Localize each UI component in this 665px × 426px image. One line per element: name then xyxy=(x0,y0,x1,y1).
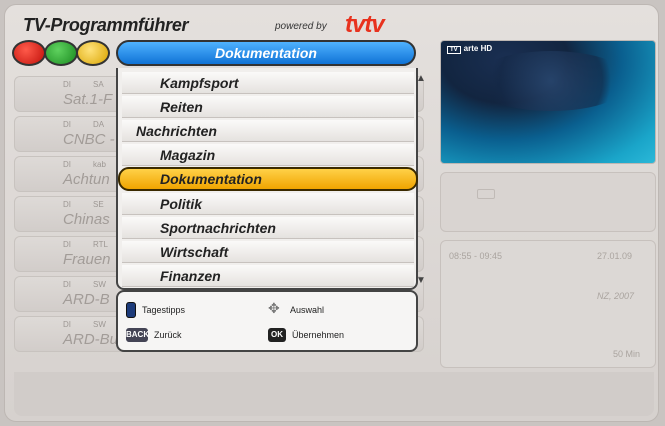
row-day: DI xyxy=(63,280,71,289)
row-channel: RTL xyxy=(93,240,108,249)
powered-by-text: powered by xyxy=(275,21,327,32)
category-item-nachrichten[interactable]: Nachrichten xyxy=(122,120,414,142)
row-title: Frauen xyxy=(63,251,111,268)
category-item-sportnachrichten[interactable]: Sportnachrichten xyxy=(122,217,414,239)
row-day: DI xyxy=(63,240,71,249)
category-item-kampfsport[interactable]: Kampfsport xyxy=(122,72,414,94)
row-day: DI xyxy=(63,200,71,209)
info-country-year: NZ, 2007 xyxy=(597,291,635,301)
preview-image xyxy=(471,51,631,111)
category-dropdown: Kampfsport Reiten Nachrichten Magazin Do… xyxy=(116,68,418,290)
row-channel: SE xyxy=(93,200,104,209)
category-item-magazin[interactable]: Magazin xyxy=(122,144,414,166)
row-title: CNBC - xyxy=(63,131,115,148)
tv-badge: TV xyxy=(447,46,461,54)
category-item-politik[interactable]: Politik xyxy=(122,193,414,215)
info-date: 27.01.09 xyxy=(597,251,633,261)
row-channel: kab xyxy=(93,160,106,169)
category-item-wirtschaft[interactable]: Wirtschaft xyxy=(122,241,414,263)
green-button[interactable] xyxy=(44,40,78,66)
bottom-bar xyxy=(14,372,654,416)
zurueck-label: Zurück xyxy=(154,330,182,340)
row-title: Achtun xyxy=(63,171,110,188)
tagestipps-label: Tagestipps xyxy=(142,305,186,315)
tvtv-logo: tvtv xyxy=(345,11,385,38)
row-title: ARD-B xyxy=(63,291,110,308)
calendar-cell xyxy=(477,189,495,199)
row-channel: SW xyxy=(93,280,106,289)
row-title: Sat.1-F xyxy=(63,91,113,108)
row-day: DI xyxy=(63,320,71,329)
program-info-panel: 08:55 - 09:45 27.01.09 NZ, 2007 50 Min xyxy=(440,240,656,368)
category-item-dokumentation[interactable]: Dokumentation xyxy=(118,167,418,191)
app-title: TV-Programmführer xyxy=(23,15,189,35)
navigation-cross-icon: ✥ xyxy=(268,300,280,316)
row-channel: SA xyxy=(93,80,104,89)
category-item-finanzen[interactable]: Finanzen xyxy=(122,265,414,287)
row-day: DI xyxy=(63,120,71,129)
back-key-icon: BACK xyxy=(126,328,149,342)
row-channel: DA xyxy=(93,120,105,129)
row-day: DI xyxy=(63,160,71,169)
category-header[interactable]: Dokumentation xyxy=(116,40,416,66)
scroll-up-icon[interactable]: ▲ xyxy=(416,72,426,86)
row-day: DI xyxy=(63,80,71,89)
ok-key-icon: OK xyxy=(268,328,286,342)
preview-channel-name: arte HD xyxy=(463,44,493,53)
remote-blue-key-icon xyxy=(126,302,136,318)
tv-preview: TV arte HD xyxy=(440,40,656,164)
yellow-button[interactable] xyxy=(76,40,110,66)
uebernehmen-label: Übernehmen xyxy=(292,330,345,340)
scroll-down-icon[interactable]: ▼ xyxy=(416,274,426,288)
category-item-reiten[interactable]: Reiten xyxy=(122,96,414,118)
row-channel: SW xyxy=(93,320,106,329)
date-selector-panel[interactable] xyxy=(440,172,656,232)
info-time: 08:55 - 09:45 xyxy=(449,251,503,261)
auswahl-label: Auswahl xyxy=(290,305,325,315)
red-button[interactable] xyxy=(12,40,46,66)
row-title: Chinas xyxy=(63,211,110,228)
info-duration: 50 Min xyxy=(613,349,641,359)
key-legend: Tagestipps ✥ Auswahl BACK Zurück OK Über… xyxy=(116,290,418,352)
preview-channel-tag: TV arte HD xyxy=(447,44,492,54)
